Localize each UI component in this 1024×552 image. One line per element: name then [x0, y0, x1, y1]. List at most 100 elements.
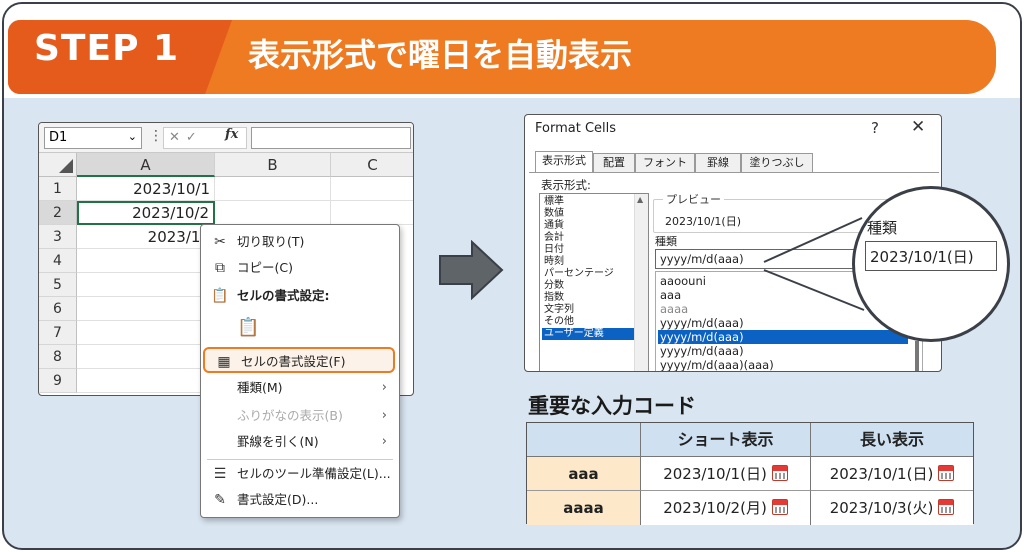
- format-cells-icon: ▦: [217, 354, 231, 370]
- cancel-icon[interactable]: ✕: [169, 130, 186, 145]
- paste-icon[interactable]: 📋: [237, 317, 259, 338]
- menu-item-label: 罫線を引く(N): [237, 434, 319, 449]
- select-all-corner[interactable]: [39, 153, 77, 177]
- tab-number[interactable]: 表示形式: [535, 151, 593, 173]
- menu-item-borders[interactable]: 罫線を引く(N) ›: [201, 429, 399, 455]
- row-header[interactable]: 6: [39, 297, 77, 321]
- category-label: 表示形式:: [541, 178, 591, 192]
- calendar-icon: [938, 499, 955, 515]
- menu-item-label: セルのツール準備設定(L)...: [237, 466, 391, 481]
- table-cell-text: 2023/10/1(日): [663, 465, 767, 483]
- menu-item-format-settings[interactable]: ✎ 書式設定(D)...: [201, 487, 399, 513]
- category-list[interactable]: 標準 数値 通貨 会計 日付 時刻 パーセンテージ 分数 指数 文字列 その他 …: [539, 193, 649, 371]
- row-header[interactable]: 8: [39, 345, 77, 369]
- step-label: STEP 1: [34, 28, 180, 69]
- category-item-selected[interactable]: ユーザー定義: [542, 328, 634, 340]
- format-item[interactable]: yyyy/m/d(aaa): [658, 316, 908, 330]
- cell-a5[interactable]: [77, 273, 215, 297]
- table-cell-text: 2023/10/1(日): [829, 465, 934, 483]
- close-button[interactable]: ✕: [911, 117, 925, 137]
- category-item[interactable]: 指数: [542, 292, 634, 304]
- chevron-right-icon: ›: [381, 408, 387, 423]
- table-cell: 2023/10/1(日): [811, 457, 973, 491]
- menu-item-label: 切り取り(T): [237, 234, 305, 249]
- name-box[interactable]: D1 ⌄: [44, 127, 142, 149]
- menu-item-type[interactable]: 種類(M) ›: [201, 375, 399, 401]
- format-item[interactable]: yyyy/m/d(aaa)(aaa): [658, 358, 908, 371]
- cell-b1[interactable]: [215, 177, 331, 201]
- code-table-title: 重要な入力コード: [528, 394, 696, 418]
- menu-item-label: 種類(M): [237, 380, 283, 395]
- chevron-down-icon[interactable]: ⌄: [128, 130, 137, 143]
- table-cell: 2023/10/1(日): [641, 457, 811, 491]
- category-item[interactable]: 通貨: [542, 220, 634, 232]
- function-icon[interactable]: fx: [225, 127, 238, 142]
- row-header[interactable]: 5: [39, 273, 77, 297]
- cell-c1[interactable]: [331, 177, 413, 201]
- row-header[interactable]: 7: [39, 321, 77, 345]
- cell-a9[interactable]: [77, 369, 215, 393]
- column-header-b[interactable]: B: [215, 153, 331, 177]
- menu-item-cut[interactable]: ✂ 切り取り(T): [201, 229, 399, 255]
- more-icon: ⋮: [149, 128, 163, 144]
- menu-item-label: セルの書式設定:: [237, 288, 330, 303]
- column-header-a[interactable]: A: [77, 153, 215, 177]
- scissors-icon: ✂: [214, 234, 226, 250]
- format-item-selected[interactable]: yyyy/m/d(aaa): [658, 330, 908, 344]
- category-item[interactable]: 分数: [542, 280, 634, 292]
- cell-a3[interactable]: 2023/10: [77, 225, 215, 249]
- category-item[interactable]: 数値: [542, 208, 634, 220]
- tab-border[interactable]: 罫線: [695, 153, 741, 173]
- menu-divider: [207, 459, 393, 460]
- menu-item-label: コピー(C): [237, 260, 293, 275]
- cell-a8[interactable]: [77, 345, 215, 369]
- copy-icon: ⧉: [215, 260, 225, 276]
- menu-item-label: セルの書式設定(F): [241, 354, 346, 369]
- format-scrollbar-thumb[interactable]: [915, 341, 919, 371]
- cell-a6[interactable]: [77, 297, 215, 321]
- cell-a4[interactable]: [77, 249, 215, 273]
- tab-alignment[interactable]: 配置: [593, 153, 635, 173]
- column-header-c[interactable]: C: [331, 153, 413, 177]
- category-item[interactable]: 文字列: [542, 304, 634, 316]
- calendar-icon: [938, 465, 955, 481]
- tab-font[interactable]: フォント: [635, 153, 695, 173]
- cell-b2[interactable]: [215, 201, 331, 225]
- row-header[interactable]: 4: [39, 249, 77, 273]
- tab-fill[interactable]: 塗りつぶし: [741, 153, 813, 173]
- confirm-icon[interactable]: ✓: [186, 130, 203, 145]
- row-header[interactable]: 1: [39, 177, 77, 201]
- table-header: 長い表示: [811, 423, 973, 457]
- category-item[interactable]: その他: [542, 316, 634, 328]
- arrow-right-icon: [439, 240, 504, 300]
- context-menu: ✂ 切り取り(T) ⧉ コピー(C) 📋 セルの書式設定: 📋 ▦ セルの書式設…: [200, 224, 400, 518]
- category-item[interactable]: パーセンテージ: [542, 268, 634, 280]
- category-scrollbar[interactable]: [634, 194, 648, 371]
- table-header: ショート表示: [641, 423, 811, 457]
- help-button[interactable]: ?: [871, 119, 879, 137]
- menu-item-format-cells[interactable]: ▦ セルの書式設定(F): [203, 347, 395, 373]
- cell-c2[interactable]: [331, 201, 413, 225]
- dialog-title: Format Cells: [535, 121, 617, 136]
- category-item[interactable]: 日付: [542, 244, 634, 256]
- format-item[interactable]: yyyy/m/d(aaa): [658, 344, 908, 358]
- chevron-right-icon: ›: [381, 380, 387, 395]
- row-header[interactable]: 9: [39, 369, 77, 393]
- category-item[interactable]: 標準: [542, 196, 634, 208]
- calendar-icon: [771, 499, 788, 515]
- menu-item-copy[interactable]: ⧉ コピー(C): [201, 255, 399, 281]
- formula-input[interactable]: [251, 127, 411, 149]
- table-header: [527, 423, 641, 457]
- menu-item-cell-tools[interactable]: ☰ セルのツール準備設定(L)...: [201, 461, 399, 487]
- cell-a7[interactable]: [77, 321, 215, 345]
- cell-a2[interactable]: 2023/10/2: [77, 201, 215, 225]
- category-item[interactable]: 時刻: [542, 256, 634, 268]
- formula-bar: D1 ⌄ ⋮ ✕✓ fx: [39, 123, 413, 153]
- table-cell-text: 2023/10/2(月): [663, 499, 767, 517]
- row-header[interactable]: 3: [39, 225, 77, 249]
- cell-a1[interactable]: 2023/10/1: [77, 177, 215, 201]
- category-item[interactable]: 会計: [542, 232, 634, 244]
- code-table: ショート表示 長い表示 aaa 2023/10/1(日) 2023/10/1(日…: [526, 422, 974, 525]
- row-header[interactable]: 2: [39, 201, 77, 225]
- menu-item-paste-options: 📋 セルの書式設定:: [201, 283, 399, 309]
